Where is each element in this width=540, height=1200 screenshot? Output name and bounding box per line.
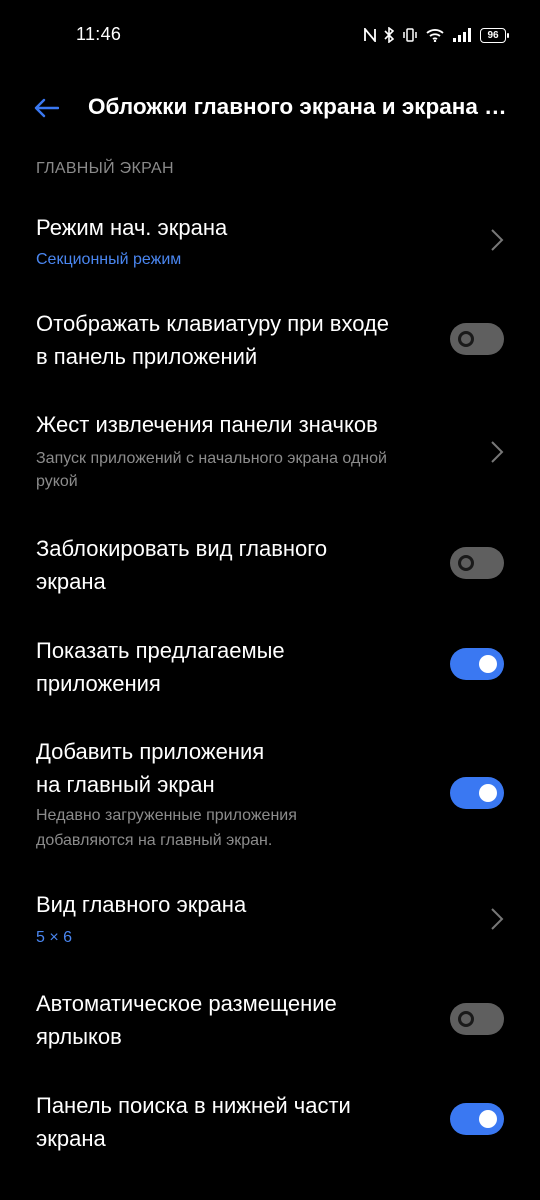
- setting-lock-layout[interactable]: Заблокировать вид главного экрана: [0, 530, 540, 600]
- setting-suggested-apps[interactable]: Показать предлагаемые приложения: [0, 632, 540, 702]
- setting-value: 5 × 6: [36, 929, 73, 946]
- setting-bottom-search-bar[interactable]: Панель поиска в нижней части экрана: [0, 1087, 540, 1157]
- toggle-switch[interactable]: [450, 547, 504, 579]
- toggle-switch[interactable]: [450, 648, 504, 680]
- setting-title: Вид главного экрана: [36, 892, 247, 917]
- status-icons: 96: [364, 24, 509, 46]
- chevron-right-icon: [491, 229, 504, 251]
- setting-title-line-1: Добавить приложения: [36, 739, 265, 764]
- status-time: 11:46: [76, 24, 122, 44]
- toggle-switch[interactable]: [450, 1003, 504, 1035]
- setting-title: Режим нач. экрана: [36, 215, 228, 240]
- battery-icon: 96: [480, 27, 509, 43]
- chevron-right-icon: [491, 908, 504, 930]
- setting-subtitle-line-2: добавляются на главный экран.: [36, 832, 273, 849]
- setting-title-line-2: экрана: [36, 569, 106, 594]
- nfc-icon: [364, 28, 376, 42]
- setting-subtitle-line-2: рукой: [36, 473, 78, 490]
- bluetooth-icon: [384, 27, 394, 43]
- vibrate-icon: [402, 27, 418, 43]
- setting-auto-shortcuts[interactable]: Автоматическое размещение ярлыков: [0, 985, 540, 1055]
- setting-title-line-1: Заблокировать вид главного: [36, 536, 328, 561]
- toggle-switch[interactable]: [450, 1103, 504, 1135]
- setting-home-mode[interactable]: Режим нач. экрана Секционный режим: [0, 205, 540, 283]
- setting-title-line-1: Автоматическое размещение: [36, 991, 337, 1016]
- setting-title-line-2: ярлыков: [36, 1024, 122, 1049]
- status-bar: 11:46 96: [0, 0, 540, 70]
- setting-title-line-1: Показать предлагаемые: [36, 638, 285, 663]
- setting-title-line-1: Отображать клавиатуру при входе: [36, 311, 390, 336]
- setting-title-line-2: на главный экран: [36, 772, 215, 797]
- setting-title-line-1: Панель поиска в нижней части: [36, 1093, 351, 1118]
- setting-home-layout[interactable]: Вид главного экрана 5 × 6: [0, 885, 540, 960]
- page-title: Обложки главного экрана и экрана блокиро…: [88, 94, 513, 119]
- app-header: Обложки главного экрана и экрана блокиро…: [0, 82, 540, 134]
- setting-add-apps-home[interactable]: Добавить приложения на главный экран Нед…: [0, 733, 540, 858]
- setting-keyboard-drawer[interactable]: Отображать клавиатуру при входе в панель…: [0, 305, 540, 375]
- setting-title: Жест извлечения панели значков: [36, 412, 378, 437]
- setting-title-line-2: в панель приложений: [36, 344, 258, 369]
- arrow-left-icon: [34, 98, 59, 118]
- section-header: ГЛАВНЫЙ ЭКРАН: [36, 160, 174, 177]
- setting-subtitle-line-1: Недавно загруженные приложения: [36, 807, 297, 824]
- toggle-switch[interactable]: [450, 777, 504, 809]
- setting-value: Секционный режим: [36, 251, 182, 268]
- setting-icon-panel-gesture[interactable]: Жест извлечения панели значков Запуск пр…: [0, 405, 540, 500]
- signal-icon: [452, 28, 472, 42]
- setting-title-line-2: приложения: [36, 671, 161, 696]
- wifi-icon: [426, 28, 444, 42]
- chevron-right-icon: [491, 441, 504, 463]
- setting-title-line-2: экрана: [36, 1126, 106, 1151]
- back-button[interactable]: [30, 92, 62, 124]
- toggle-switch[interactable]: [450, 323, 504, 355]
- setting-subtitle-line-1: Запуск приложений с начального экрана од…: [36, 450, 387, 467]
